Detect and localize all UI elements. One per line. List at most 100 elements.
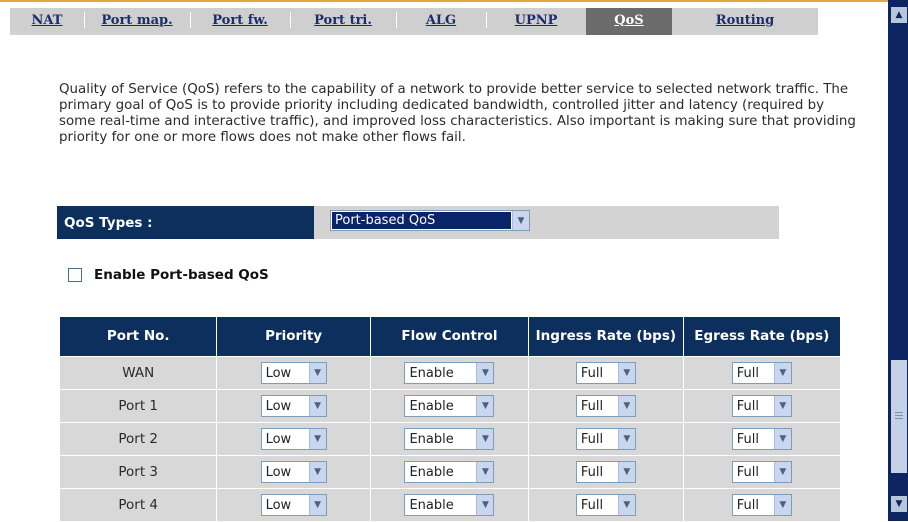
priority-cell: Low ▼ [217,456,370,488]
table-header-row: Port No. Priority Flow Control Ingress R… [60,317,840,356]
qos-types-selected-value: Port-based QoS [332,212,511,229]
priority-cell: Low ▼ [217,489,370,521]
chevron-down-icon[interactable]: ▼ [308,462,326,482]
header-flow-control: Flow Control [370,317,529,356]
ingress-cell: Full ▼ [529,357,683,389]
chevron-down-icon[interactable]: ▼ [476,462,494,482]
qos-types-field: Port-based QoS ▼ [314,206,779,239]
chevron-down-icon[interactable]: ▼ [773,462,791,482]
tab-qos[interactable]: QoS [586,8,672,35]
egress-cell: Full ▼ [683,456,840,488]
priority-selected-value: Low [265,497,292,513]
egress-selected-value: Full [736,431,760,447]
qos-types-row: QoS Types : Port-based QoS ▼ [57,206,779,239]
qos-types-label: QoS Types : [57,206,314,239]
egress-cell: Full ▼ [683,423,840,455]
chevron-down-icon[interactable]: ▼ [617,495,635,515]
enable-port-qos-row: Enable Port-based QoS [68,267,269,283]
priority-select[interactable]: Low ▼ [260,494,327,516]
flow-select[interactable]: Enable ▼ [404,362,495,384]
ingress-selected-value: Full [580,365,604,381]
scroll-down-arrow-icon[interactable]: ▼ [891,496,907,512]
tab-port-tri[interactable]: Port tri. [290,8,396,35]
chevron-down-icon[interactable]: ▼ [308,363,326,383]
egress-cell: Full ▼ [683,357,840,389]
flow-select[interactable]: Enable ▼ [404,494,495,516]
egress-select[interactable]: Full ▼ [731,428,792,450]
scroll-thumb[interactable] [891,360,907,473]
port-name-cell: Port 3 [60,456,217,488]
chevron-down-icon[interactable]: ▼ [512,211,529,230]
enable-port-qos-checkbox[interactable] [68,268,82,282]
ingress-select[interactable]: Full ▼ [575,461,636,483]
ingress-select[interactable]: Full ▼ [575,395,636,417]
ingress-select[interactable]: Full ▼ [575,494,636,516]
tab-nat[interactable]: NAT [10,8,84,35]
table-row: Port 4 Low ▼ Enable ▼ Full ▼ Full ▼ [60,489,840,521]
chevron-down-icon[interactable]: ▼ [617,462,635,482]
tab-bar: NAT Port map. Port fw. Port tri. ALG UPN… [10,8,818,35]
enable-port-qos-label: Enable Port-based QoS [94,267,269,283]
chevron-down-icon[interactable]: ▼ [773,396,791,416]
header-priority: Priority [217,317,370,356]
chevron-down-icon[interactable]: ▼ [617,363,635,383]
port-name-cell: WAN [60,357,217,389]
top-accent-line [0,0,888,2]
priority-cell: Low ▼ [217,390,370,422]
chevron-down-icon[interactable]: ▼ [773,495,791,515]
priority-selected-value: Low [265,431,292,447]
tab-alg[interactable]: ALG [396,8,486,35]
header-ingress-rate: Ingress Rate (bps) [529,317,683,356]
flow-select[interactable]: Enable ▼ [404,395,495,417]
header-egress-rate: Egress Rate (bps) [683,317,840,356]
chevron-down-icon[interactable]: ▼ [773,429,791,449]
ingress-selected-value: Full [580,431,604,447]
ingress-select[interactable]: Full ▼ [575,428,636,450]
flow-selected-value: Enable [409,398,454,414]
chevron-down-icon[interactable]: ▼ [476,396,494,416]
chevron-down-icon[interactable]: ▼ [773,363,791,383]
priority-selected-value: Low [265,464,292,480]
flow-selected-value: Enable [409,464,454,480]
priority-select[interactable]: Low ▼ [260,428,327,450]
ingress-cell: Full ▼ [529,390,683,422]
priority-select[interactable]: Low ▼ [260,461,327,483]
egress-select[interactable]: Full ▼ [731,395,792,417]
tab-routing[interactable]: Routing [672,8,818,35]
port-name-cell: Port 1 [60,390,217,422]
chevron-down-icon[interactable]: ▼ [308,495,326,515]
ingress-cell: Full ▼ [529,456,683,488]
scroll-up-arrow-icon[interactable]: ▲ [891,7,907,23]
qos-types-select[interactable]: Port-based QoS ▼ [330,210,530,231]
chevron-down-icon[interactable]: ▼ [308,429,326,449]
egress-select[interactable]: Full ▼ [731,461,792,483]
chevron-down-icon[interactable]: ▼ [476,429,494,449]
priority-select[interactable]: Low ▼ [260,362,327,384]
flow-select[interactable]: Enable ▼ [404,461,495,483]
port-qos-table: Port No. Priority Flow Control Ingress R… [59,316,841,522]
flow-cell: Enable ▼ [370,489,529,521]
tab-port-map[interactable]: Port map. [84,8,190,35]
flow-select[interactable]: Enable ▼ [404,428,495,450]
ingress-selected-value: Full [580,497,604,513]
egress-select[interactable]: Full ▼ [731,362,792,384]
priority-select[interactable]: Low ▼ [260,395,327,417]
flow-cell: Enable ▼ [370,423,529,455]
ingress-select[interactable]: Full ▼ [575,362,636,384]
tab-port-fw[interactable]: Port fw. [190,8,290,35]
ingress-selected-value: Full [580,398,604,414]
table-row: WAN Low ▼ Enable ▼ Full ▼ Full ▼ [60,357,840,389]
egress-selected-value: Full [736,464,760,480]
chevron-down-icon[interactable]: ▼ [476,495,494,515]
chevron-down-icon[interactable]: ▼ [617,429,635,449]
chevron-down-icon[interactable]: ▼ [308,396,326,416]
tab-upnp[interactable]: UPNP [486,8,586,35]
priority-cell: Low ▼ [217,357,370,389]
vertical-scrollbar[interactable]: ▲ ▼ [888,0,908,521]
egress-select[interactable]: Full ▼ [731,494,792,516]
flow-selected-value: Enable [409,497,454,513]
chevron-down-icon[interactable]: ▼ [476,363,494,383]
ingress-selected-value: Full [580,464,604,480]
chevron-down-icon[interactable]: ▼ [617,396,635,416]
table-row: Port 1 Low ▼ Enable ▼ Full ▼ Full ▼ [60,390,840,422]
